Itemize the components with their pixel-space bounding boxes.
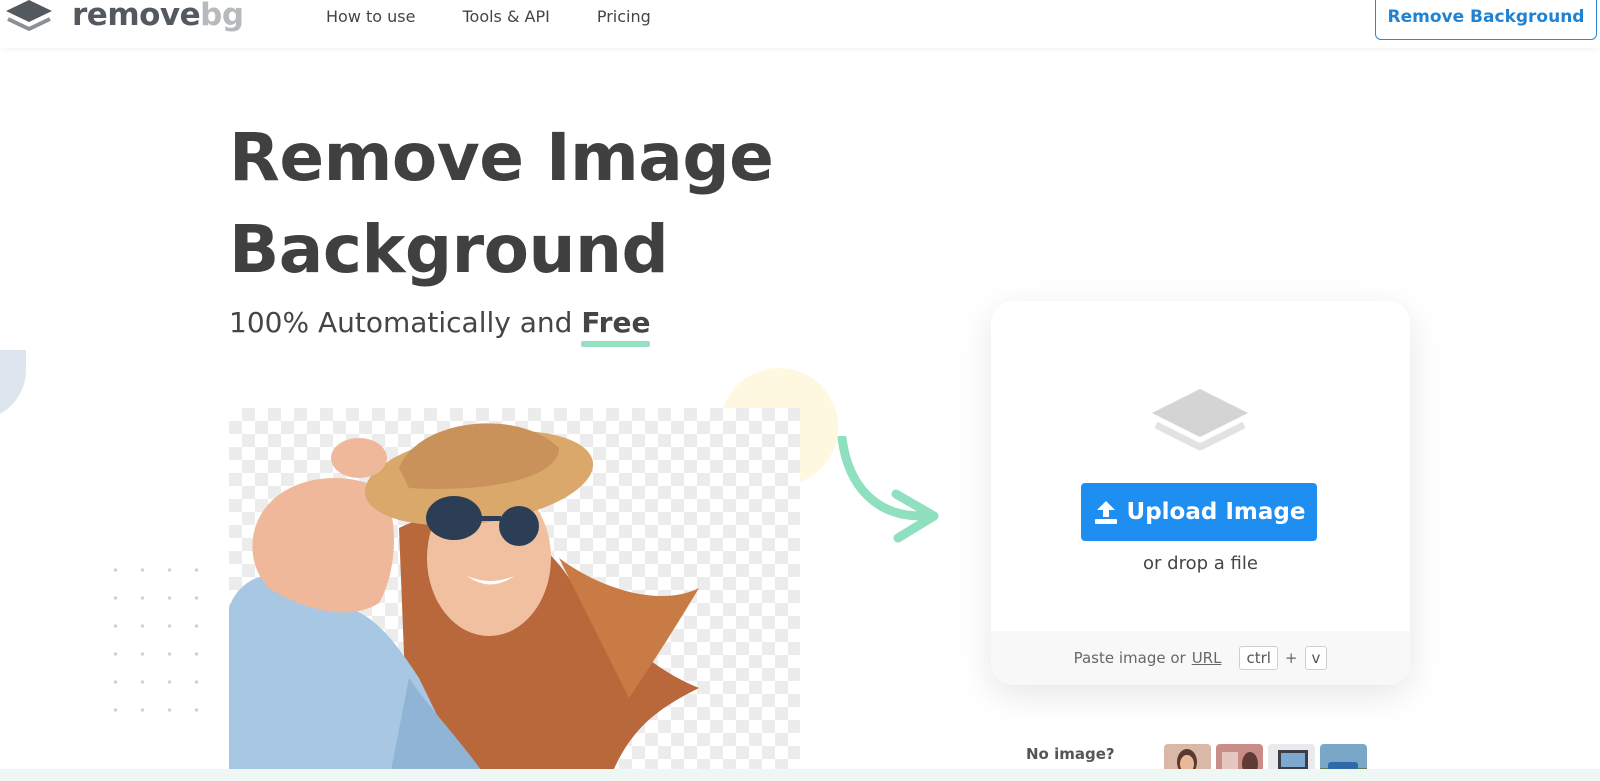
upload-button-label: Upload Image bbox=[1126, 499, 1306, 525]
nav-pricing[interactable]: Pricing bbox=[597, 7, 651, 26]
page-title: Remove Image Background bbox=[229, 112, 774, 296]
upload-image-button[interactable]: Upload Image bbox=[1081, 483, 1317, 541]
paste-url-link[interactable]: URL bbox=[1192, 649, 1222, 667]
page-subtitle: 100% Automatically and Free bbox=[229, 306, 651, 347]
top-navbar: removebg How to use Tools & API Pricing … bbox=[0, 0, 1600, 48]
subtitle-prefix: 100% Automatically and bbox=[229, 306, 573, 339]
decorative-dot-grid bbox=[102, 556, 222, 720]
drop-file-text: or drop a file bbox=[1143, 553, 1258, 574]
subtitle-emphasis: Free bbox=[581, 306, 651, 347]
keyboard-key-ctrl: ctrl bbox=[1239, 646, 1278, 670]
demo-image bbox=[229, 408, 800, 781]
logo-word-remove: remove bbox=[72, 0, 201, 33]
decorative-shape bbox=[0, 350, 26, 420]
keyboard-plus: + bbox=[1284, 649, 1298, 667]
layers-icon bbox=[1152, 389, 1248, 451]
title-line-1: Remove Image bbox=[229, 119, 774, 196]
main-nav: How to use Tools & API Pricing bbox=[326, 7, 651, 26]
paste-bar: Paste image or URL ctrl + v bbox=[991, 631, 1410, 685]
logo-layers-icon bbox=[6, 0, 52, 31]
bottom-band bbox=[0, 769, 1600, 781]
logo-text: removebg bbox=[72, 0, 244, 33]
upload-icon bbox=[1094, 501, 1117, 524]
upload-card[interactable]: Upload Image or drop a file Paste image … bbox=[991, 301, 1410, 685]
title-line-2: Background bbox=[229, 211, 669, 288]
remove-background-button[interactable]: Remove Background bbox=[1375, 0, 1597, 40]
woman-cutout-illustration bbox=[229, 423, 699, 781]
nav-how-to-use[interactable]: How to use bbox=[326, 7, 415, 26]
no-image-label: No image? bbox=[1026, 745, 1115, 763]
nav-tools-api[interactable]: Tools & API bbox=[462, 7, 549, 26]
paste-text: Paste image or bbox=[1073, 649, 1186, 667]
logo[interactable]: removebg bbox=[4, 0, 244, 36]
curved-arrow-icon bbox=[837, 436, 939, 543]
logo-word-bg: bg bbox=[200, 0, 244, 33]
keyboard-key-v: v bbox=[1304, 646, 1328, 670]
